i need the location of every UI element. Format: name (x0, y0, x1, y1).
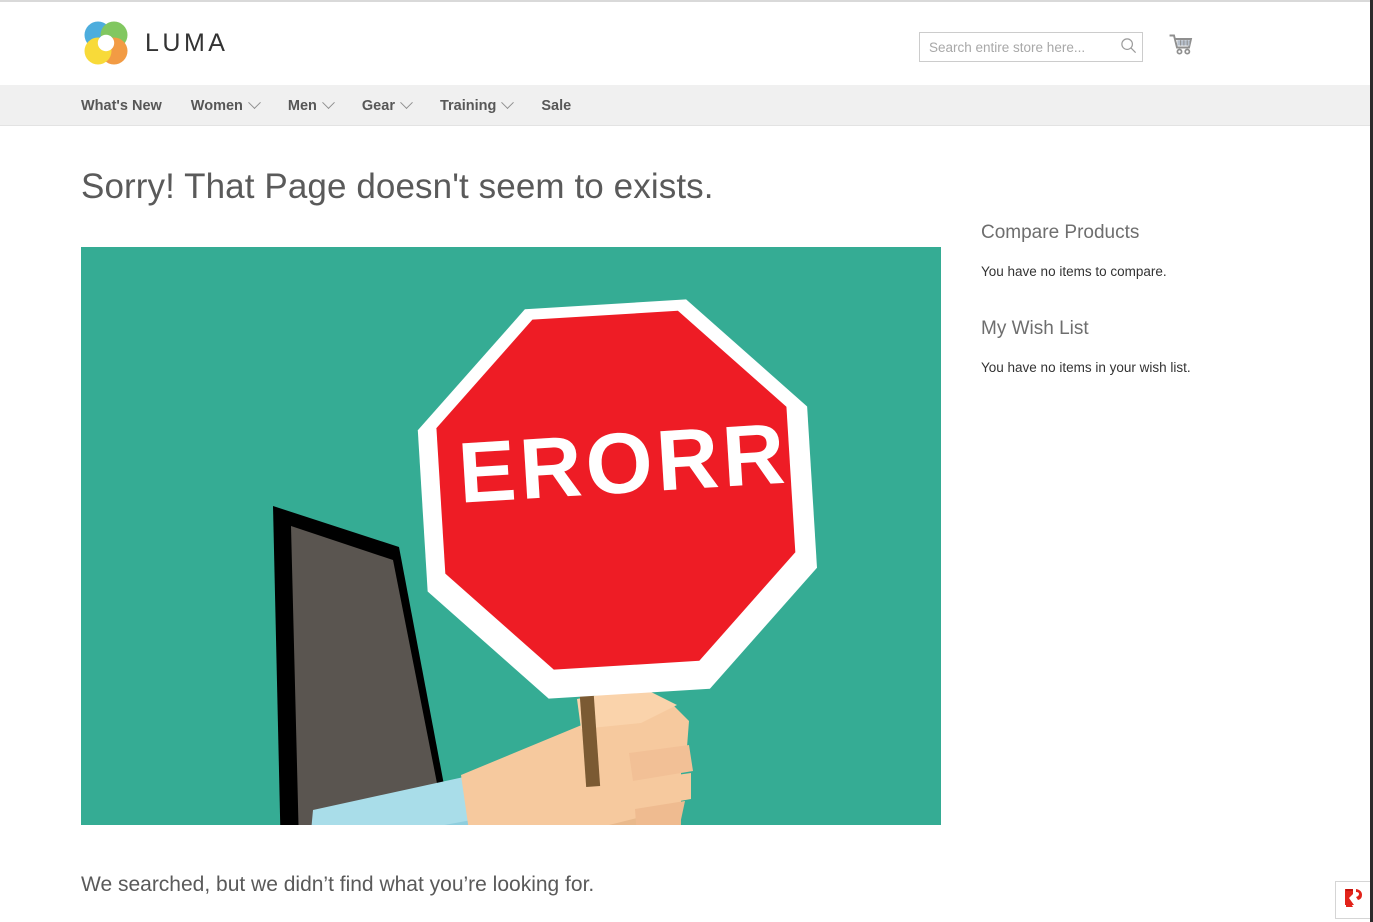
nav-item-gear[interactable]: Gear (361, 96, 426, 114)
wish-list-empty-text: You have no items in your wish list. (981, 360, 1191, 375)
chevron-down-icon (501, 96, 515, 110)
nav-item-training[interactable]: Training (439, 96, 527, 114)
site-header: LUMA (0, 2, 1371, 85)
luma-rings-logo-icon (81, 18, 131, 68)
search-box (919, 32, 1143, 62)
nav-item-label: Training (439, 97, 497, 114)
chevron-down-icon (400, 96, 413, 110)
error-illustration: ERORR (81, 247, 941, 825)
svg-text:ERORR: ERORR (456, 406, 792, 522)
search-button[interactable] (1117, 36, 1139, 58)
wish-list-block: My Wish List You have no items in your w… (981, 318, 1311, 375)
main-navigation: What's New Women Men Gear Training Sale (0, 85, 1371, 126)
nav-item-sale[interactable]: Sale (541, 98, 571, 114)
compare-products-block: Compare Products You have no items to co… (981, 222, 1311, 279)
chevron-down-icon (248, 96, 261, 110)
nav-item-men[interactable]: Men (287, 96, 348, 114)
logo-wordmark: LUMA (145, 28, 229, 57)
compare-products-title: Compare Products (981, 222, 1140, 243)
sidebar: Compare Products You have no items to co… (981, 222, 1311, 414)
red-brand-badge-icon (1340, 885, 1366, 916)
wish-list-title: My Wish List (981, 318, 1089, 339)
compare-products-empty-text: You have no items to compare. (981, 264, 1167, 279)
page-root: LUMA Search entire store here... What's … (0, 0, 1373, 922)
nav-item-label: Women (190, 97, 243, 114)
shopping-cart-icon (1168, 32, 1194, 61)
page-title: Sorry! That Page doesn't seem to exists. (81, 167, 714, 207)
nav-item-label: Sale (541, 97, 572, 114)
chevron-down-icon (322, 96, 335, 110)
no-results-message: We searched, but we didn’t find what you… (81, 873, 595, 896)
nav-list: What's New Women Men Gear Training Sale (81, 85, 571, 126)
corner-widget-button[interactable] (1335, 881, 1371, 919)
nav-item-whats-new[interactable]: What's New (81, 98, 177, 114)
nav-item-women[interactable]: Women (190, 96, 274, 114)
nav-item-label: Gear (361, 97, 395, 114)
nav-item-label: What's New (81, 97, 162, 114)
site-logo[interactable]: LUMA (81, 18, 228, 68)
cart-button[interactable] (1164, 29, 1198, 63)
search-icon (1120, 37, 1137, 57)
nav-item-label: Men (287, 97, 317, 114)
search-input[interactable] (919, 32, 1143, 62)
